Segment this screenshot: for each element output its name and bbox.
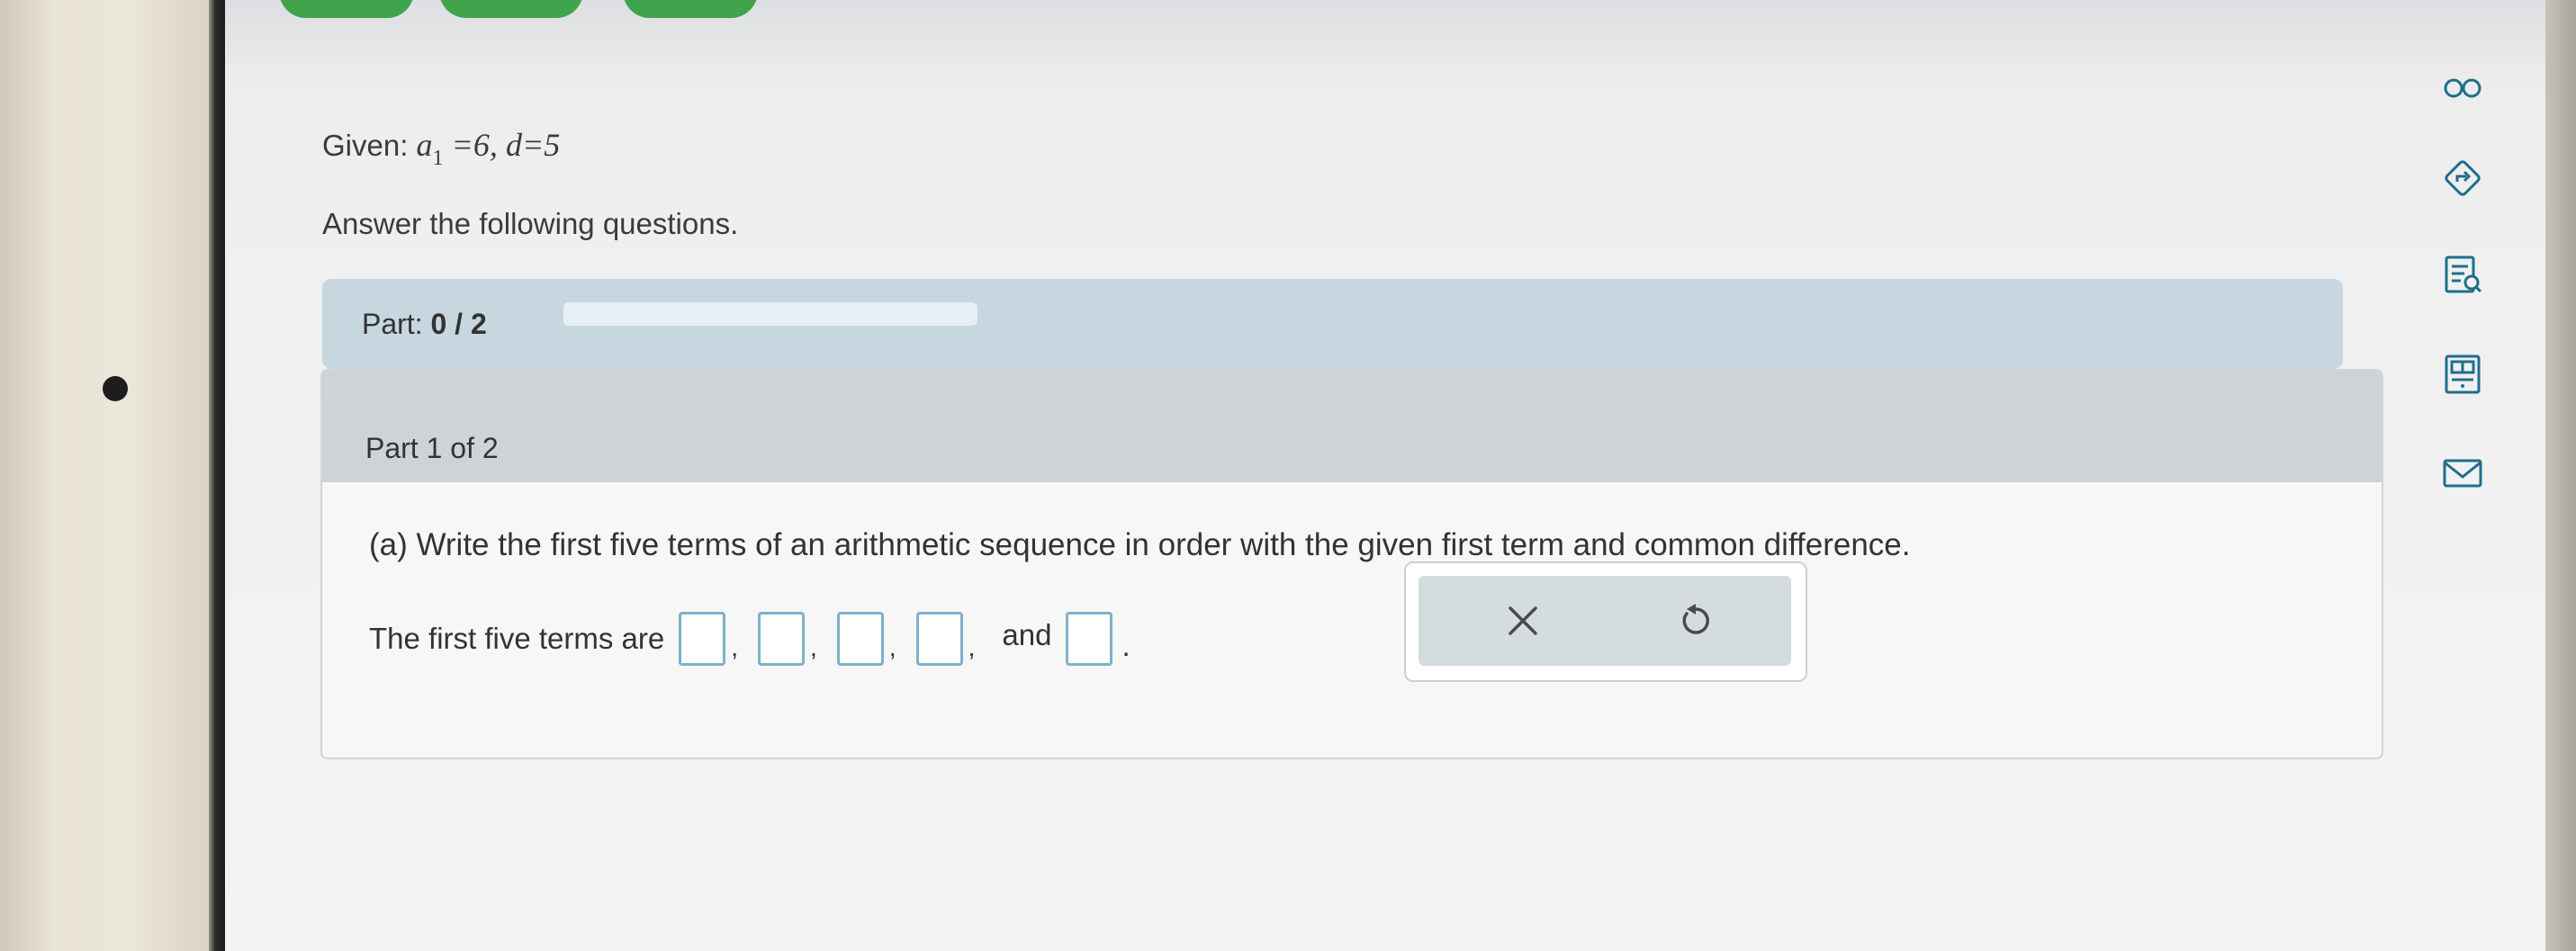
term-4-input[interactable] <box>915 612 963 666</box>
separator: , <box>731 633 739 661</box>
device-bezel <box>0 0 214 951</box>
part-header: Part 1 of 2 <box>322 371 2382 482</box>
answer-controls-inner <box>1419 576 1791 666</box>
arrow-diamond-icon <box>2445 160 2481 196</box>
progress-track <box>563 302 977 326</box>
calculator-button[interactable] <box>2418 340 2508 408</box>
conjunction-text: and <box>1002 618 1052 651</box>
navigate-button[interactable] <box>2418 144 2508 212</box>
undo-button[interactable] <box>1671 596 1721 646</box>
term-5-input[interactable] <box>1066 612 1113 666</box>
terminator: . <box>1121 629 1130 662</box>
ebook-button[interactable] <box>2418 241 2508 310</box>
separator: , <box>968 633 976 661</box>
part-header-label: Part 1 of 2 <box>365 432 499 464</box>
document-search-icon <box>2445 256 2482 293</box>
term-2-input[interactable] <box>758 612 806 666</box>
answer-lead-text: The first five terms are <box>369 622 665 655</box>
answer-controls <box>1404 561 1807 682</box>
message-button[interactable] <box>2418 439 2508 507</box>
device-camera <box>103 376 128 401</box>
clear-button[interactable] <box>1498 596 1548 646</box>
calculator-icon <box>2445 354 2481 394</box>
separator: , <box>810 633 817 661</box>
given-label: Given: <box>322 129 409 162</box>
term-1-input[interactable] <box>679 612 726 666</box>
instructions-text: Answer the following questions. <box>322 207 739 240</box>
part-progress-value: 0 / 2 <box>430 308 487 340</box>
term-3-input[interactable] <box>836 612 884 666</box>
infinity-button[interactable] <box>2418 54 2508 122</box>
first-term-expression: a1 =6, <box>416 127 498 170</box>
part-progress-bar: Part: 0 / 2 <box>322 279 2343 369</box>
screen: Given: a1 =6, d=5 Answer the following q… <box>225 0 2545 951</box>
question-content: Given: a1 =6, d=5 Answer the following q… <box>225 0 2545 951</box>
separator: , <box>888 633 896 661</box>
common-difference-expression: d=5 <box>506 127 561 163</box>
device-frame-right <box>2545 0 2576 951</box>
undo-icon <box>1682 604 1709 634</box>
answer-row: The first five terms are , , , , and . <box>369 612 1130 666</box>
question-prompt: (a) Write the first five terms of an ari… <box>369 527 1911 562</box>
x-icon <box>1509 606 1537 635</box>
question-card: Part 1 of 2 (a) Write the first five ter… <box>320 369 2383 759</box>
infinity-icon <box>2444 78 2481 98</box>
part-progress-label: Part: 0 / 2 <box>362 308 487 340</box>
device-bezel-edge <box>209 0 225 951</box>
mail-icon <box>2443 459 2482 488</box>
given-statement: Given: a1 =6, d=5 <box>322 126 560 171</box>
